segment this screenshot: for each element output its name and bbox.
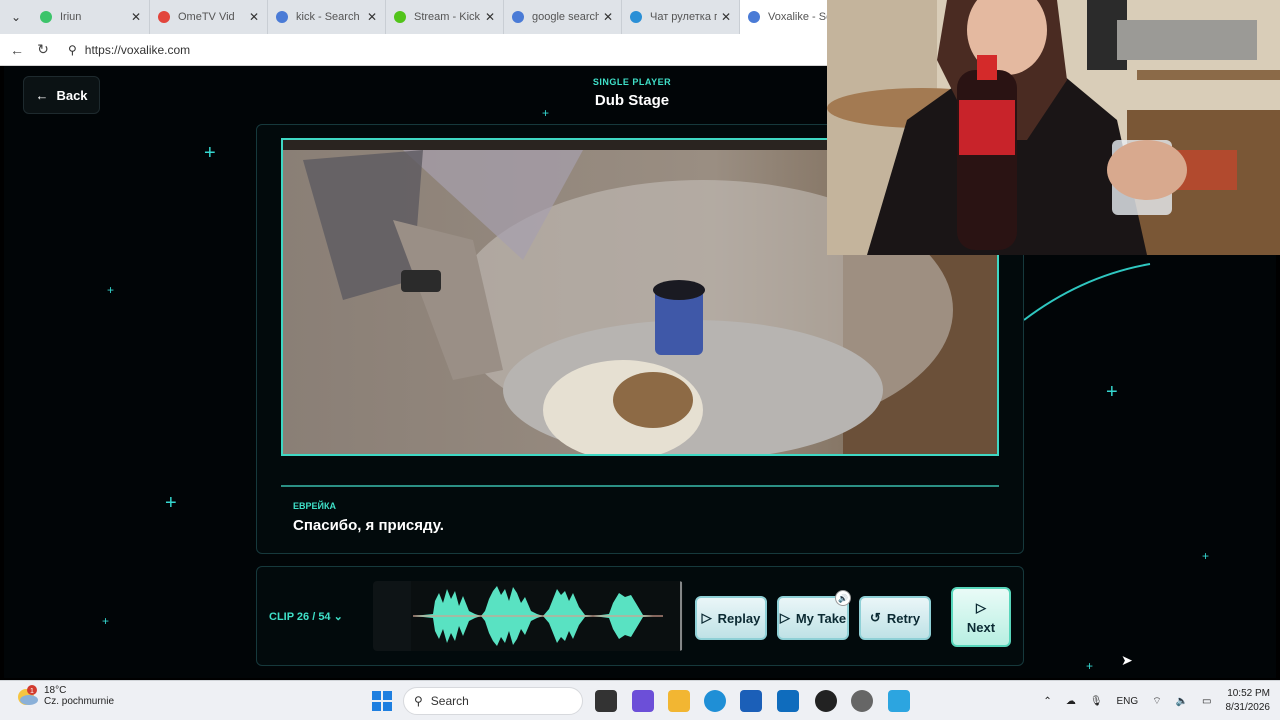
file-explorer-icon[interactable] xyxy=(668,690,690,712)
obs-icon[interactable] xyxy=(815,690,837,712)
microphone-icon[interactable]: 🎙 xyxy=(1090,696,1103,707)
retry-icon: ↺ xyxy=(869,610,881,625)
tab-favicon-icon xyxy=(40,11,52,23)
close-tab-icon[interactable]: ✕ xyxy=(721,10,731,24)
close-tab-icon[interactable]: ✕ xyxy=(131,10,141,24)
volume-icon[interactable]: 🔈 xyxy=(1176,696,1188,707)
play-icon: ▷ xyxy=(779,610,790,625)
replay-button[interactable]: ▷ Replay xyxy=(695,596,767,640)
close-tab-icon[interactable]: ✕ xyxy=(367,10,377,24)
back-arrow-icon[interactable]: ← xyxy=(4,42,30,58)
clip-selector[interactable]: CLIP 26 / 54 ⌄ xyxy=(269,610,343,623)
chevron-down-icon: ⌄ xyxy=(333,611,343,623)
tab-iriun[interactable]: Iriun ✕ xyxy=(32,0,150,34)
tab-list-chevron-icon[interactable]: ⌄ xyxy=(0,0,32,34)
tab-favicon-icon xyxy=(512,11,524,23)
my-take-button[interactable]: ▷ My Take 🔊 xyxy=(777,590,851,640)
waveform-graphic xyxy=(411,581,683,651)
webcam-image xyxy=(827,0,1280,255)
task-view-icon[interactable] xyxy=(595,690,617,712)
edge-icon[interactable] xyxy=(704,690,726,712)
url-text: https://voxalike.com xyxy=(84,42,191,57)
play-icon: ▷ xyxy=(976,599,986,615)
sparkle-icon: + xyxy=(1086,659,1094,673)
next-button[interactable]: ▷ Next xyxy=(951,587,1011,647)
webcam-overlay xyxy=(827,0,1280,255)
weather-widget[interactable]: 1 18°C Cz. pochmurnie xyxy=(16,685,114,707)
replay-label: Replay xyxy=(717,610,761,626)
search-icon: ⚲ xyxy=(414,694,423,708)
windows-start-icon[interactable] xyxy=(372,691,392,711)
reload-icon[interactable]: ↻ xyxy=(30,41,56,58)
my-take-label: My Take xyxy=(795,610,847,626)
language-indicator[interactable]: ENG xyxy=(1117,696,1139,707)
taskbar-search[interactable]: ⚲ Search xyxy=(403,687,583,715)
date: 8/31/2026 xyxy=(1225,702,1271,713)
close-tab-icon[interactable]: ✕ xyxy=(485,10,495,24)
speaker-label: ЕВРЕЙКА xyxy=(293,501,336,511)
weather-text: Cz. pochmurnie xyxy=(44,696,115,707)
tab-kick-search[interactable]: kick - Search ✕ xyxy=(268,0,386,34)
next-label: Next xyxy=(966,619,996,635)
sparkle-icon: + xyxy=(204,142,216,164)
weather-cloud-icon: 1 xyxy=(18,685,38,705)
copilot-icon[interactable] xyxy=(632,690,654,712)
tab-title: Чат рулетка го xyxy=(650,11,717,23)
tab-kick-stream[interactable]: Stream - Kick D ✕ xyxy=(386,0,504,34)
sparkle-icon: + xyxy=(107,283,115,297)
tab-favicon-icon xyxy=(158,11,170,23)
mouse-cursor-icon: ➤ xyxy=(1121,652,1133,668)
play-icon: ▷ xyxy=(701,610,712,625)
tab-title: google search xyxy=(532,11,599,23)
onedrive-icon[interactable]: ☁ xyxy=(1066,696,1076,707)
search-label: Search xyxy=(430,694,469,708)
sparkle-icon: + xyxy=(102,614,110,628)
tab-title: OmeTV Vid xyxy=(178,11,235,23)
tab-chat-roulette[interactable]: Чат рулетка го ✕ xyxy=(622,0,740,34)
sparkle-icon: + xyxy=(1106,381,1118,403)
sparkle-icon: + xyxy=(165,492,177,514)
temperature: 18°C xyxy=(44,685,67,696)
divider xyxy=(281,485,999,487)
store-icon[interactable] xyxy=(740,690,762,712)
chevron-up-icon[interactable]: ⌃ xyxy=(1043,696,1051,707)
url-field[interactable]: ⚲ https://voxalike.com xyxy=(68,43,190,57)
subtitle-line: Спасибо, я присяду. xyxy=(293,517,444,534)
decorative-arc xyxy=(1023,263,1151,321)
notification-count: 1 xyxy=(30,688,34,695)
retry-label: Retry xyxy=(886,610,921,626)
tab-ometv[interactable]: OmeTV Vid ✕ xyxy=(150,0,268,34)
outlook-icon[interactable] xyxy=(777,690,799,712)
waveform[interactable] xyxy=(373,581,683,651)
tab-favicon-icon xyxy=(630,11,642,23)
site-info-icon[interactable]: ⚲ xyxy=(68,43,77,57)
tab-google-search[interactable]: google search ✕ xyxy=(504,0,622,34)
close-tab-icon[interactable]: ✕ xyxy=(603,10,613,24)
time: 10:52 PM xyxy=(1227,688,1270,699)
telegram-icon[interactable] xyxy=(888,690,910,712)
tab-favicon-icon xyxy=(748,11,760,23)
tab-favicon-icon xyxy=(394,11,406,23)
retry-button[interactable]: ↺ Retry xyxy=(859,596,931,640)
clock[interactable]: 10:52 PM 8/31/2026 xyxy=(1226,687,1271,715)
tab-favicon-icon xyxy=(276,11,288,23)
system-tray: ⌃ ☁ 🎙 ENG ⌔ 🔈 ▭ 10:52 PM 8/31/2026 xyxy=(1043,687,1270,715)
sparkle-icon: + xyxy=(1202,549,1210,563)
taskbar: 1 18°C Cz. pochmurnie ⚲ Search ⌃ ☁ 🎙 ENG… xyxy=(0,680,1280,720)
controls-bar: CLIP 26 / 54 ⌄ ▷ Replay ▷ My Take 🔊 ↺ Re… xyxy=(256,566,1024,666)
speaker-icon: 🔊 xyxy=(835,590,851,606)
tab-title: kick - Search xyxy=(296,11,360,23)
battery-icon[interactable]: ▭ xyxy=(1202,696,1211,707)
close-tab-icon[interactable]: ✕ xyxy=(249,10,259,24)
tab-title: Iriun xyxy=(60,11,82,23)
clip-counter: CLIP 26 / 54 xyxy=(269,611,331,623)
tab-title: Stream - Kick D xyxy=(414,11,481,23)
settings-gear-icon[interactable] xyxy=(851,690,873,712)
wifi-icon[interactable]: ⌔ xyxy=(1152,695,1161,708)
